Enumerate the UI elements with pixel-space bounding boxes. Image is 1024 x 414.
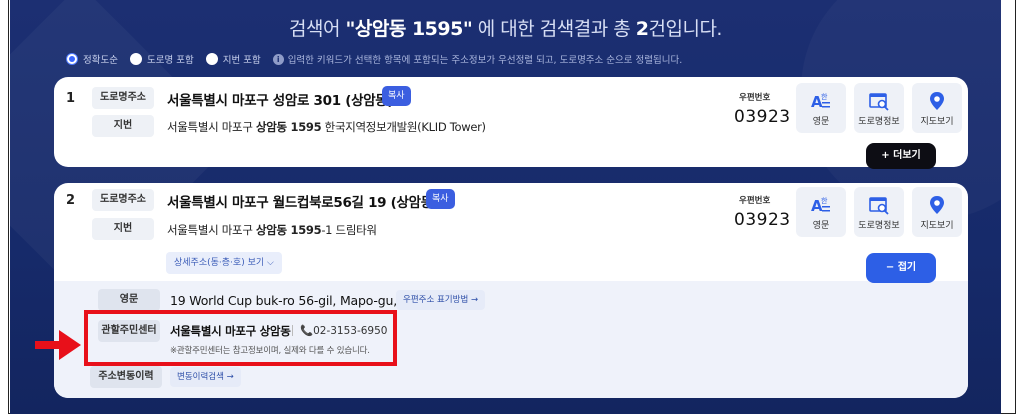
radio-icon[interactable] — [129, 53, 142, 65]
copy-button[interactable]: 복사 — [382, 86, 411, 106]
highlight-arrow-icon — [35, 330, 81, 360]
road-address: 서울특별시 마포구 성암로 301 (상암동) — [167, 93, 394, 109]
svg-text:한: 한 — [821, 197, 828, 205]
road-info-icon — [869, 93, 889, 111]
result-number: 1 — [66, 91, 76, 106]
map-button[interactable]: 지도보기 — [912, 187, 962, 237]
highlight-box — [84, 310, 397, 366]
road-info-icon — [869, 197, 889, 215]
history-search-button[interactable]: 변동이력검색 → — [170, 367, 241, 387]
jibun-tag: 지번 — [92, 218, 154, 240]
english-button[interactable]: A한 영문 — [796, 83, 846, 133]
road-address-tag: 도로명주소 — [92, 189, 154, 211]
info-icon: i — [272, 53, 284, 65]
road-address-tag: 도로명주소 — [92, 87, 154, 109]
sort-exact[interactable]: 정확도순 — [66, 52, 118, 66]
map-pin-icon — [930, 196, 944, 214]
zip-code: 03923 — [734, 107, 791, 127]
sort-road[interactable]: 도로명 포함 — [129, 52, 194, 66]
road-info-button[interactable]: 도로명정보 — [854, 83, 904, 133]
road-info-button[interactable]: 도로명정보 — [854, 187, 904, 237]
zip-label: 우편번호 — [739, 93, 771, 103]
sort-jibun[interactable]: 지번 포함 — [205, 52, 261, 66]
road-address: 서울특별시 마포구 월드컵북로56길 19 (상암동) — [167, 195, 439, 211]
history-tag: 주소변동이력 — [90, 366, 162, 388]
radio-selected-icon[interactable] — [66, 53, 78, 65]
result-number: 2 — [66, 193, 76, 208]
english-icon: A한 — [811, 197, 830, 215]
zip-label: 우편번호 — [739, 196, 771, 206]
sort-info: i 입력한 키워드가 선택한 항목에 포함되는 주소정보가 우선정렬 되고, 도로… — [272, 52, 682, 66]
zip-code: 03923 — [734, 210, 791, 230]
english-tag: 영문 — [98, 289, 160, 311]
jibun-tag: 지번 — [92, 115, 154, 137]
fold-button[interactable]: − 접기 — [866, 253, 936, 283]
map-pin-icon — [930, 92, 944, 110]
english-address: 19 World Cup buk-ro 56-gil, Mapo-gu, Seo… — [170, 293, 435, 308]
svg-text:한: 한 — [821, 93, 828, 101]
detail-address-button[interactable]: 상세주소(동·층·호) 보기 ⌵ — [166, 252, 282, 274]
map-button[interactable]: 지도보기 — [912, 83, 962, 133]
english-icon: A한 — [811, 93, 830, 111]
copy-button[interactable]: 복사 — [426, 189, 455, 209]
jibun-address: 서울특별시 마포구 상암동 1595 한국지역정보개발원(KLID Tower) — [167, 120, 486, 134]
more-button[interactable]: + 더보기 — [866, 143, 936, 169]
postal-format-button[interactable]: 우편주소 표기방법 → — [396, 290, 486, 310]
chevron-down-icon: ⌵ — [267, 258, 274, 268]
radio-icon[interactable] — [205, 53, 218, 65]
jibun-address: 서울특별시 마포구 상암동 1595-1 드림타워 — [167, 223, 377, 237]
english-button[interactable]: A한 영문 — [796, 187, 846, 237]
results-headline: 검색어 "상암동 1595" 에 대한 검색결과 총 2건입니다. — [289, 18, 722, 40]
result-card-1: 1 도로명주소 서울특별시 마포구 성암로 301 (상암동) 복사 지번 서울… — [54, 77, 968, 169]
sort-options: 정확도순 도로명 포함 지번 포함 i 입력한 키워드가 선택한 항목에 포함되는… — [66, 52, 682, 66]
